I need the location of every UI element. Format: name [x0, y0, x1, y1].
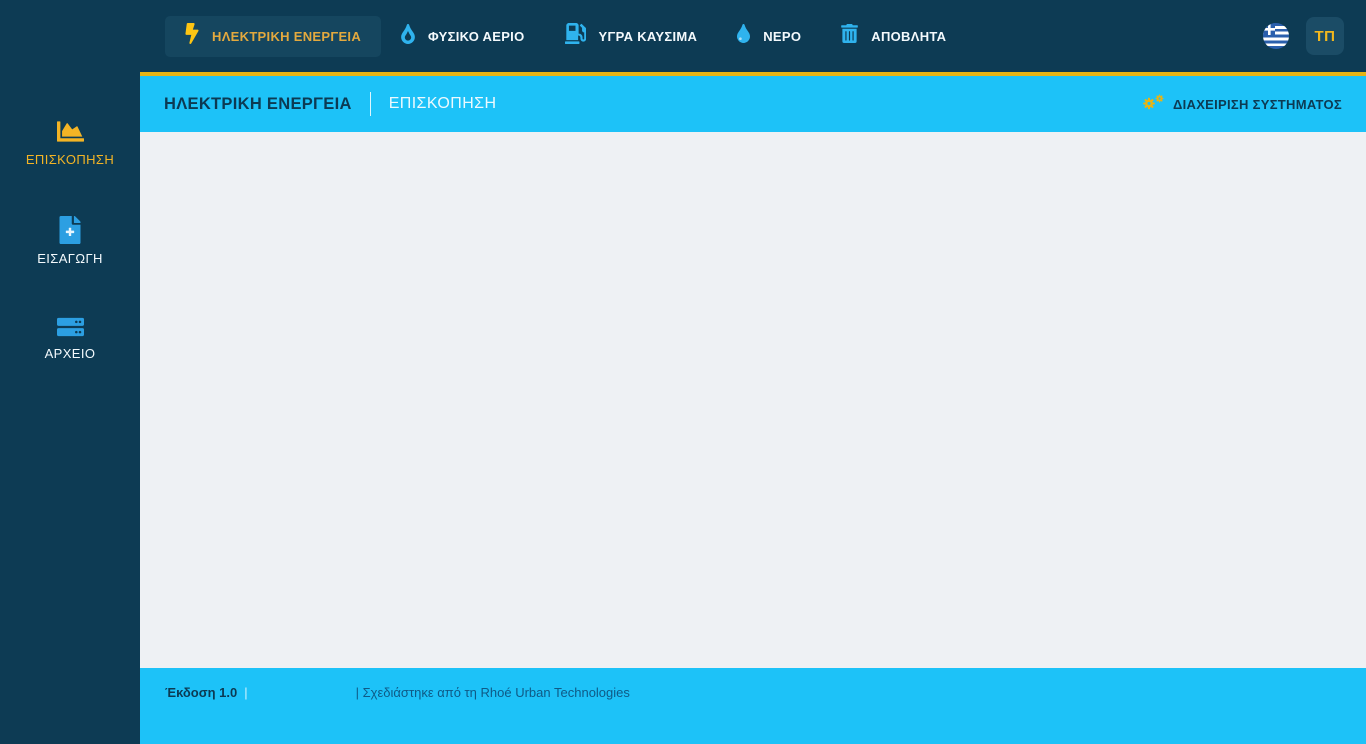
sidebar-item-archive[interactable]: ΑΡΧΕΙΟ [0, 315, 140, 362]
system-admin-label: ΔΙΑΧΕΙΡΙΣΗ ΣΥΣΤΗΜΑΤΟΣ [1172, 96, 1342, 112]
lightning-bolt-icon [185, 23, 199, 49]
tab-waste[interactable]: ΑΠΟΒΛΗΤΑ [821, 16, 966, 57]
tab-water[interactable]: ΝΕΡΟ [717, 16, 821, 57]
sidebar-item-import[interactable]: ΕΙΣΑΓΩΓΗ [0, 216, 140, 267]
version-label: Έκδοση 1.0 [165, 685, 238, 700]
tab-label: ΦΥΣΙΚΟ ΑΕΡΙΟ [428, 28, 525, 44]
page-header: ΗΛΕΚΤΡΙΚΗ ΕΝΕΡΓΕΙΑ ΕΠΙΣΚΟΠΗΣΗ ΔΙΑΧΕΙΡΙΣΗ… [140, 76, 1366, 132]
sidebar-item-label: ΕΙΣΑΓΩΓΗ [37, 251, 103, 266]
trash-icon [841, 23, 859, 48]
tab-natural-gas[interactable]: ΦΥΣΙΚΟ ΑΕΡΙΟ [381, 16, 544, 57]
fuel-pump-icon [564, 23, 586, 49]
server-icon [56, 315, 84, 339]
top-navigation: ΗΛΕΚΤΡΙΚΗ ΕΝΕΡΓΕΙΑ ΦΥΣΙΚΟ ΑΕΡΙΟ ΥΓΡΑ ΚΑΥ… [140, 0, 1366, 72]
greek-flag-icon[interactable] [1263, 23, 1289, 49]
utility-tabs: ΗΛΕΚΤΡΙΚΗ ΕΝΕΡΓΕΙΑ ΦΥΣΙΚΟ ΑΕΡΙΟ ΥΓΡΑ ΚΑΥ… [165, 0, 966, 72]
gears-icon [1143, 93, 1165, 115]
tab-liquid-fuels[interactable]: ΥΓΡΑ ΚΑΥΣΙΜΑ [545, 16, 718, 57]
main-content-area [140, 132, 1366, 668]
user-avatar-button[interactable]: ΤΠ [1306, 17, 1344, 55]
tab-label: ΗΛΕΚΤΡΙΚΗ ΕΝΕΡΓΕΙΑ [212, 28, 362, 44]
system-admin-link[interactable]: ΔΙΑΧΕΙΡΙΣΗ ΣΥΣΤΗΜΑΤΟΣ [1143, 93, 1342, 115]
breadcrumb: ΕΠΙΣΚΟΠΗΣΗ [388, 95, 497, 112]
sidebar: ΕΠΙΣΚΟΠΗΣΗ ΕΙΣΑΓΩΓΗ ΑΡΧΕΙΟ [0, 0, 140, 744]
breadcrumb-divider [369, 92, 371, 116]
sidebar-item-overview[interactable]: ΕΠΙΣΚΟΠΗΣΗ [0, 118, 140, 168]
gas-drop-icon [401, 23, 415, 49]
tab-electric-energy[interactable]: ΗΛΕΚΤΡΙΚΗ ΕΝΕΡΓΕΙΑ [165, 15, 382, 57]
tab-label: ΑΠΟΒΛΗΤΑ [871, 28, 947, 44]
file-plus-icon [59, 216, 81, 244]
designer-credit: | Σχεδιάστηκε από τη Rhoé Urban Technolo… [355, 685, 630, 700]
footer-separator: | [244, 685, 248, 700]
page-title: ΗΛΕΚΤΡΙΚΗ ΕΝΕΡΓΕΙΑ [164, 94, 352, 113]
footer: Έκδοση 1.0 | | Σχεδιάστηκε από τη Rhoé U… [140, 668, 1366, 744]
tab-label: ΥΓΡΑ ΚΑΥΣΙΜΑ [598, 28, 698, 44]
nav-right-controls: ΤΠ [1263, 17, 1344, 55]
water-drop-icon [737, 24, 751, 48]
tab-label: ΝΕΡΟ [763, 28, 802, 44]
sidebar-item-label: ΕΠΙΣΚΟΠΗΣΗ [25, 152, 115, 167]
sidebar-item-label: ΑΡΧΕΙΟ [44, 346, 96, 361]
area-chart-icon [56, 118, 84, 145]
